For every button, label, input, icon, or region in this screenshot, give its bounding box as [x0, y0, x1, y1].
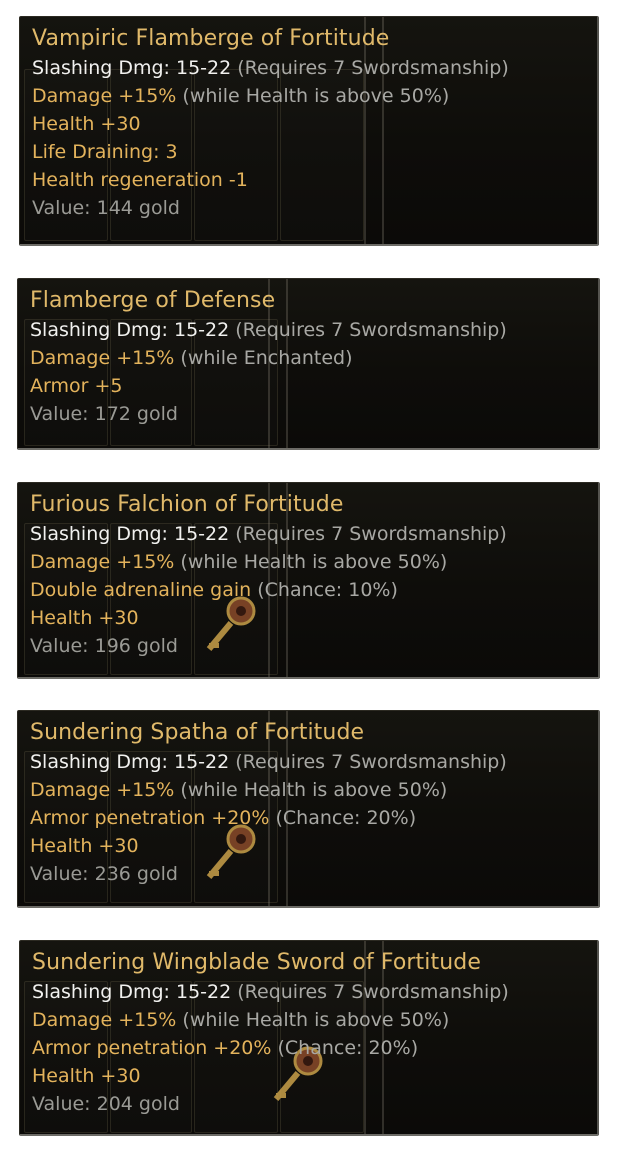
value-line: Value: 236 gold — [30, 860, 588, 888]
item-value: Value: 236 gold — [30, 863, 178, 885]
value-line: Value: 204 gold — [32, 1090, 587, 1118]
stat-line: Slashing Dmg: 15-22 (Requires 7 Swordsma… — [30, 520, 588, 548]
stat-note: (while Health is above 50%) — [180, 779, 448, 801]
stat-main: Damage +15% — [32, 1009, 177, 1031]
stat-line: Damage +15% (while Health is above 50%) — [32, 1006, 587, 1034]
stat-main: Health +30 — [30, 835, 139, 857]
stat-line: Damage +15% (while Health is above 50%) — [30, 776, 588, 804]
item-value: Value: 196 gold — [30, 635, 178, 657]
stat-main: Damage +15% — [30, 347, 175, 369]
stat-main: Damage +15% — [30, 779, 175, 801]
stat-main: Slashing Dmg: 15-22 — [32, 57, 232, 79]
item-tooltip-sundering-wingblade: Sundering Wingblade Sword of Fortitude S… — [19, 940, 599, 1136]
item-title: Sundering Spatha of Fortitude — [30, 720, 365, 745]
stat-line: Armor penetration +20% (Chance: 20%) — [30, 804, 588, 832]
item-tooltip-vampiric-flamberge: Vampiric Flamberge of Fortitude Slashing… — [19, 16, 599, 246]
stat-line: Health +30 — [32, 110, 587, 138]
stat-main: Health +30 — [32, 1065, 141, 1087]
stat-note: (while Health is above 50%) — [180, 551, 448, 573]
stat-main: Slashing Dmg: 15-22 — [30, 523, 230, 545]
item-value: Value: 144 gold — [32, 197, 180, 219]
item-title: Sundering Wingblade Sword of Fortitude — [32, 950, 481, 975]
stat-note: (Requires 7 Swordsmanship) — [235, 751, 507, 773]
item-tooltip-flamberge-of-defense: Flamberge of Defense Slashing Dmg: 15-22… — [17, 278, 600, 450]
stat-line: Slashing Dmg: 15-22 (Requires 7 Swordsma… — [30, 316, 588, 344]
stat-note: (Requires 7 Swordsmanship) — [235, 523, 507, 545]
value-line: Value: 196 gold — [30, 632, 588, 660]
item-title: Vampiric Flamberge of Fortitude — [32, 26, 390, 51]
stat-line: Damage +15% (while Health is above 50%) — [32, 82, 587, 110]
stat-note: (while Health is above 50%) — [182, 85, 450, 107]
stat-note: (Requires 7 Swordsmanship) — [237, 57, 509, 79]
stat-line: Health +30 — [32, 1062, 587, 1090]
stat-main: Damage +15% — [32, 85, 177, 107]
item-title: Furious Falchion of Fortitude — [30, 492, 344, 517]
stat-line: Slashing Dmg: 15-22 (Requires 7 Swordsma… — [30, 748, 588, 776]
stat-main: Double adrenaline gain — [30, 579, 252, 601]
item-tooltip-furious-falchion: Furious Falchion of Fortitude Slashing D… — [17, 482, 600, 679]
stat-note: (while Enchanted) — [180, 347, 353, 369]
item-tooltip-sundering-spatha: Sundering Spatha of Fortitude Slashing D… — [17, 710, 600, 908]
stat-main: Armor penetration +20% — [32, 1037, 272, 1059]
stat-line: Armor penetration +20% (Chance: 20%) — [32, 1034, 587, 1062]
stat-line: Slashing Dmg: 15-22 (Requires 7 Swordsma… — [32, 54, 587, 82]
stat-main: Health regeneration -1 — [32, 169, 248, 191]
value-line: Value: 144 gold — [32, 194, 587, 222]
stat-line: Double adrenaline gain (Chance: 10%) — [30, 576, 588, 604]
stat-line: Health regeneration -1 — [32, 166, 587, 194]
item-title: Flamberge of Defense — [30, 288, 276, 313]
stat-main: Armor +5 — [30, 375, 123, 397]
stat-line: Health +30 — [30, 604, 588, 632]
stat-main: Health +30 — [30, 607, 139, 629]
stat-note: (Requires 7 Swordsmanship) — [237, 981, 509, 1003]
item-value: Value: 172 gold — [30, 403, 178, 425]
stat-line: Armor +5 — [30, 372, 588, 400]
stat-line: Health +30 — [30, 832, 588, 860]
stat-note: (Requires 7 Swordsmanship) — [235, 319, 507, 341]
stat-note: (Chance: 10%) — [257, 579, 398, 601]
stat-main: Slashing Dmg: 15-22 — [30, 319, 230, 341]
stat-line: Damage +15% (while Enchanted) — [30, 344, 588, 372]
stat-main: Health +30 — [32, 113, 141, 135]
stat-main: Slashing Dmg: 15-22 — [32, 981, 232, 1003]
stat-line: Damage +15% (while Health is above 50%) — [30, 548, 588, 576]
stat-note: (while Health is above 50%) — [182, 1009, 450, 1031]
stat-note: (Chance: 20%) — [275, 807, 417, 829]
stat-main: Damage +15% — [30, 551, 175, 573]
stat-main: Life Draining: 3 — [32, 141, 178, 163]
stat-main: Slashing Dmg: 15-22 — [30, 751, 230, 773]
stat-main: Armor penetration +20% — [30, 807, 270, 829]
stat-note: (Chance: 20%) — [277, 1037, 419, 1059]
stat-line: Slashing Dmg: 15-22 (Requires 7 Swordsma… — [32, 978, 587, 1006]
item-value: Value: 204 gold — [32, 1093, 180, 1115]
stat-line: Life Draining: 3 — [32, 138, 587, 166]
value-line: Value: 172 gold — [30, 400, 588, 428]
